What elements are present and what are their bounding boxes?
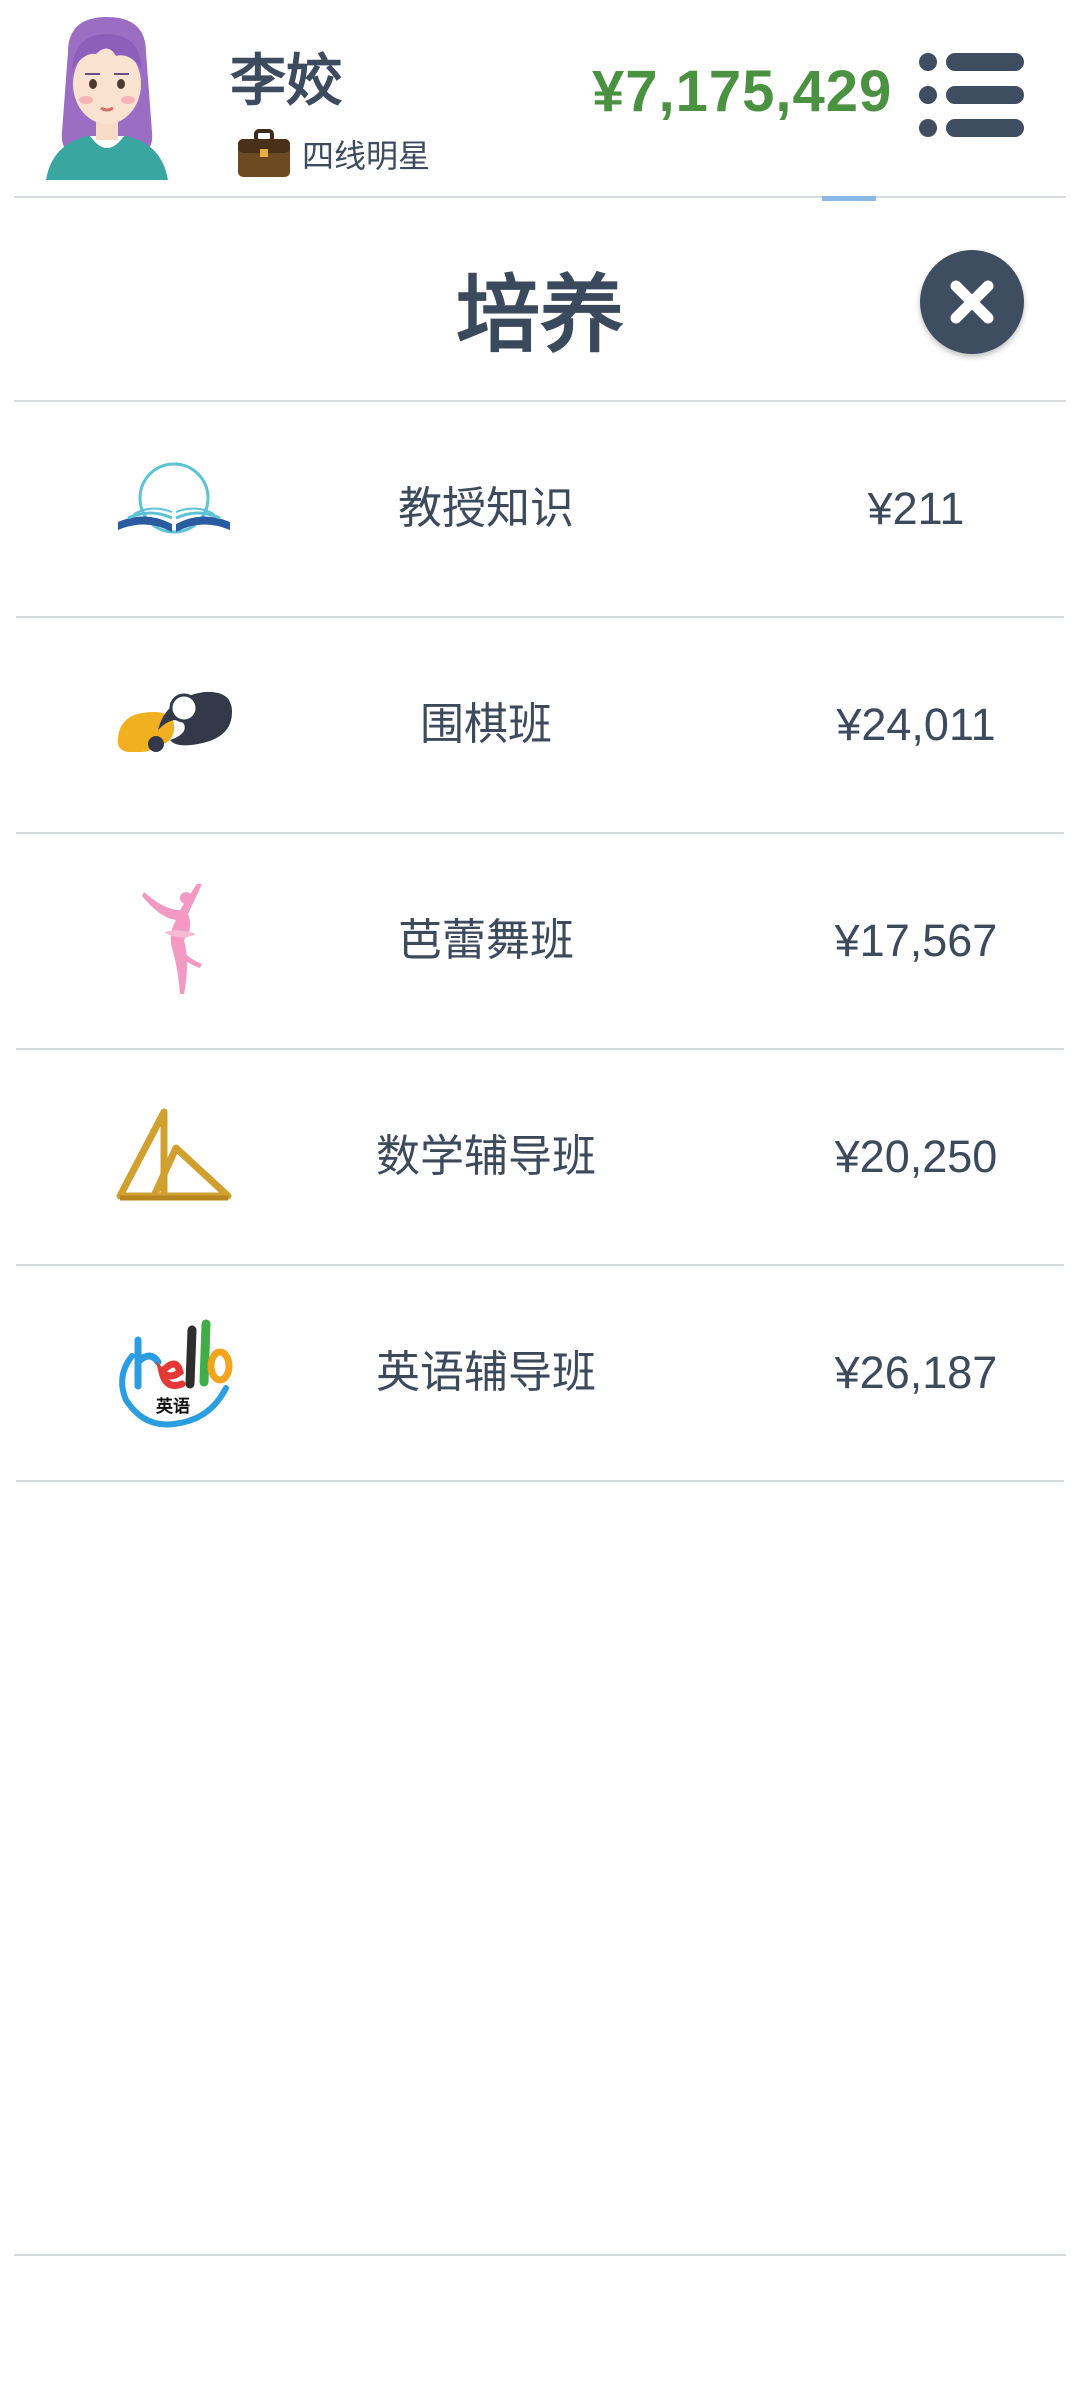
training-list: 教授知识 ¥211 围棋班 ¥24,011 芭蕾舞班 ¥17,567 数学辅导班… [16,402,1064,1482]
go-stones-icon [117,691,232,752]
top-bar: 李姣 四线明星 ¥7,175,429 [0,0,1080,198]
panel-title: 培养 [455,266,624,364]
close-button[interactable] [920,250,1024,354]
logo-text: 英语 [156,1396,190,1417]
training-row-math-tutoring[interactable]: 数学辅导班 ¥20,250 [16,1050,1064,1266]
briefcase-icon [238,129,290,177]
user-name: 李姣 [230,49,342,114]
training-price: ¥24,011 [836,699,996,750]
hello-english-icon: 英语 [119,1319,233,1428]
training-name: 教授知识 [398,483,574,534]
training-row-english-tutoring[interactable]: 英语 英语辅导班 ¥26,187 [16,1266,1064,1482]
money-balance: ¥7,175,429 [592,59,893,124]
training-name: 芭蕾舞班 [398,915,574,966]
bottom-divider [14,2254,1066,2256]
set-square-icon [116,1108,232,1201]
close-icon [950,280,994,324]
ballerina-icon [142,884,202,994]
scroll-accent [822,196,876,201]
training-price: ¥20,250 [834,1131,998,1182]
training-row-teach-knowledge[interactable]: 教授知识 ¥211 [16,402,1064,618]
training-row-go-class[interactable]: 围棋班 ¥24,011 [16,618,1064,834]
rank-badge: 四线明星 [236,128,430,180]
training-name: 数学辅导班 [376,1131,596,1182]
training-name: 英语辅导班 [376,1347,596,1398]
training-price: ¥26,187 [834,1347,998,1398]
rank-label: 四线明星 [302,137,431,175]
training-row-ballet-class[interactable]: 芭蕾舞班 ¥17,567 [16,834,1064,1050]
menu-list-icon[interactable] [918,52,1026,138]
book-icon [118,462,230,534]
training-price: ¥211 [867,483,965,534]
header-divider [14,196,1066,198]
training-name: 围棋班 [420,699,552,750]
girl-avatar-icon[interactable] [38,12,176,180]
training-price: ¥17,567 [834,915,998,966]
